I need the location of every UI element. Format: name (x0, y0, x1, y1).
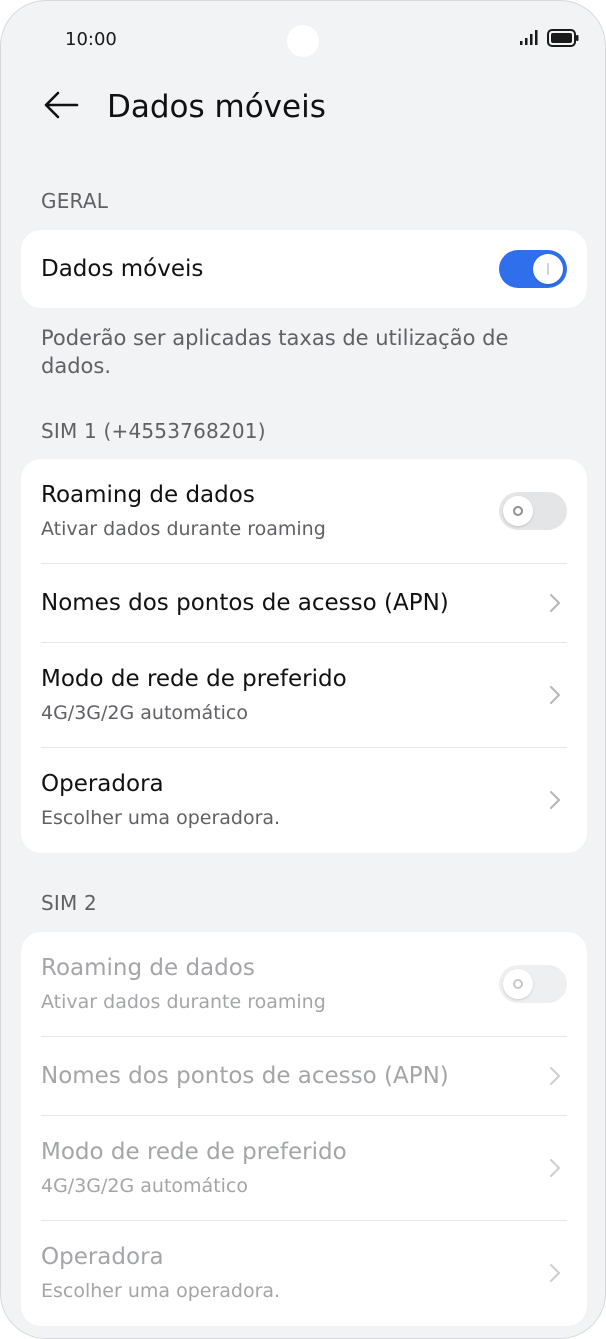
section-label-general: GERAL (41, 189, 109, 213)
sim1-roaming-row[interactable]: Roaming de dados Ativar dados durante ro… (21, 459, 587, 563)
sim1-network-mode-title: Modo de rede de preferido (41, 666, 347, 692)
toggle-knob (533, 254, 563, 284)
chevron-right-icon (543, 1064, 567, 1088)
sim1-network-mode-row[interactable]: Modo de rede de preferido 4G/3G/2G autom… (21, 643, 587, 747)
sim1-roaming-title: Roaming de dados (41, 482, 255, 508)
sim2-operator-row[interactable]: Operadora Escolher uma operadora. (21, 1221, 587, 1325)
chevron-right-icon (543, 1156, 567, 1180)
sim2-roaming-title: Roaming de dados (41, 955, 255, 981)
back-button[interactable] (39, 85, 83, 129)
camera-cutout (287, 25, 319, 57)
chevron-right-icon (543, 683, 567, 707)
chevron-right-icon (543, 788, 567, 812)
sim2-network-mode-row[interactable]: Modo de rede de preferido 4G/3G/2G autom… (21, 1116, 587, 1220)
signal-icon (519, 30, 539, 50)
sim2-operator-subtitle: Escolher uma operadora. (41, 1280, 281, 1302)
sim1-operator-title: Operadora (41, 771, 164, 797)
arrow-left-icon (43, 90, 79, 124)
battery-icon (547, 29, 579, 51)
sim1-network-mode-value: 4G/3G/2G automático (41, 702, 248, 724)
sim2-roaming-toggle[interactable] (499, 965, 567, 1003)
toggle-knob (503, 969, 533, 999)
sim1-card: Roaming de dados Ativar dados durante ro… (21, 459, 587, 853)
general-card: Dados móveis (21, 230, 587, 308)
sim1-apn-row[interactable]: Nomes dos pontos de acesso (APN) (21, 564, 587, 642)
sim2-roaming-subtitle: Ativar dados durante roaming (41, 991, 326, 1013)
chevron-right-icon (543, 1261, 567, 1285)
sim2-network-mode-title: Modo de rede de preferido (41, 1139, 347, 1165)
sim1-roaming-subtitle: Ativar dados durante roaming (41, 518, 326, 540)
section-label-sim2: SIM 2 (41, 891, 97, 915)
data-charges-note: Poderão ser aplicadas taxas de utilizaçã… (41, 326, 509, 378)
sim1-roaming-toggle[interactable] (499, 492, 567, 530)
phone-screen: 10:00 Dados móveis GERAL Dados móveis Po… (0, 0, 606, 1339)
mobile-data-row[interactable]: Dados móveis (21, 230, 587, 308)
sim2-apn-title: Nomes dos pontos de acesso (APN) (41, 1063, 449, 1089)
sim1-operator-subtitle: Escolher uma operadora. (41, 807, 281, 829)
sim2-network-mode-value: 4G/3G/2G automático (41, 1175, 248, 1197)
sim2-roaming-row[interactable]: Roaming de dados Ativar dados durante ro… (21, 932, 587, 1036)
sim2-apn-row[interactable]: Nomes dos pontos de acesso (APN) (21, 1037, 587, 1115)
sim2-operator-title: Operadora (41, 1244, 164, 1270)
status-time: 10:00 (65, 29, 117, 50)
mobile-data-toggle[interactable] (499, 250, 567, 288)
sim2-card: Roaming de dados Ativar dados durante ro… (21, 932, 587, 1326)
sim1-apn-title: Nomes dos pontos de acesso (APN) (41, 590, 449, 616)
chevron-right-icon (543, 591, 567, 615)
sim1-operator-row[interactable]: Operadora Escolher uma operadora. (21, 748, 587, 852)
page-title: Dados móveis (107, 89, 326, 125)
toggle-knob (503, 496, 533, 526)
mobile-data-label: Dados móveis (41, 256, 204, 282)
status-icons (519, 29, 579, 51)
section-label-sim1: SIM 1 (+4553768201) (41, 419, 266, 443)
